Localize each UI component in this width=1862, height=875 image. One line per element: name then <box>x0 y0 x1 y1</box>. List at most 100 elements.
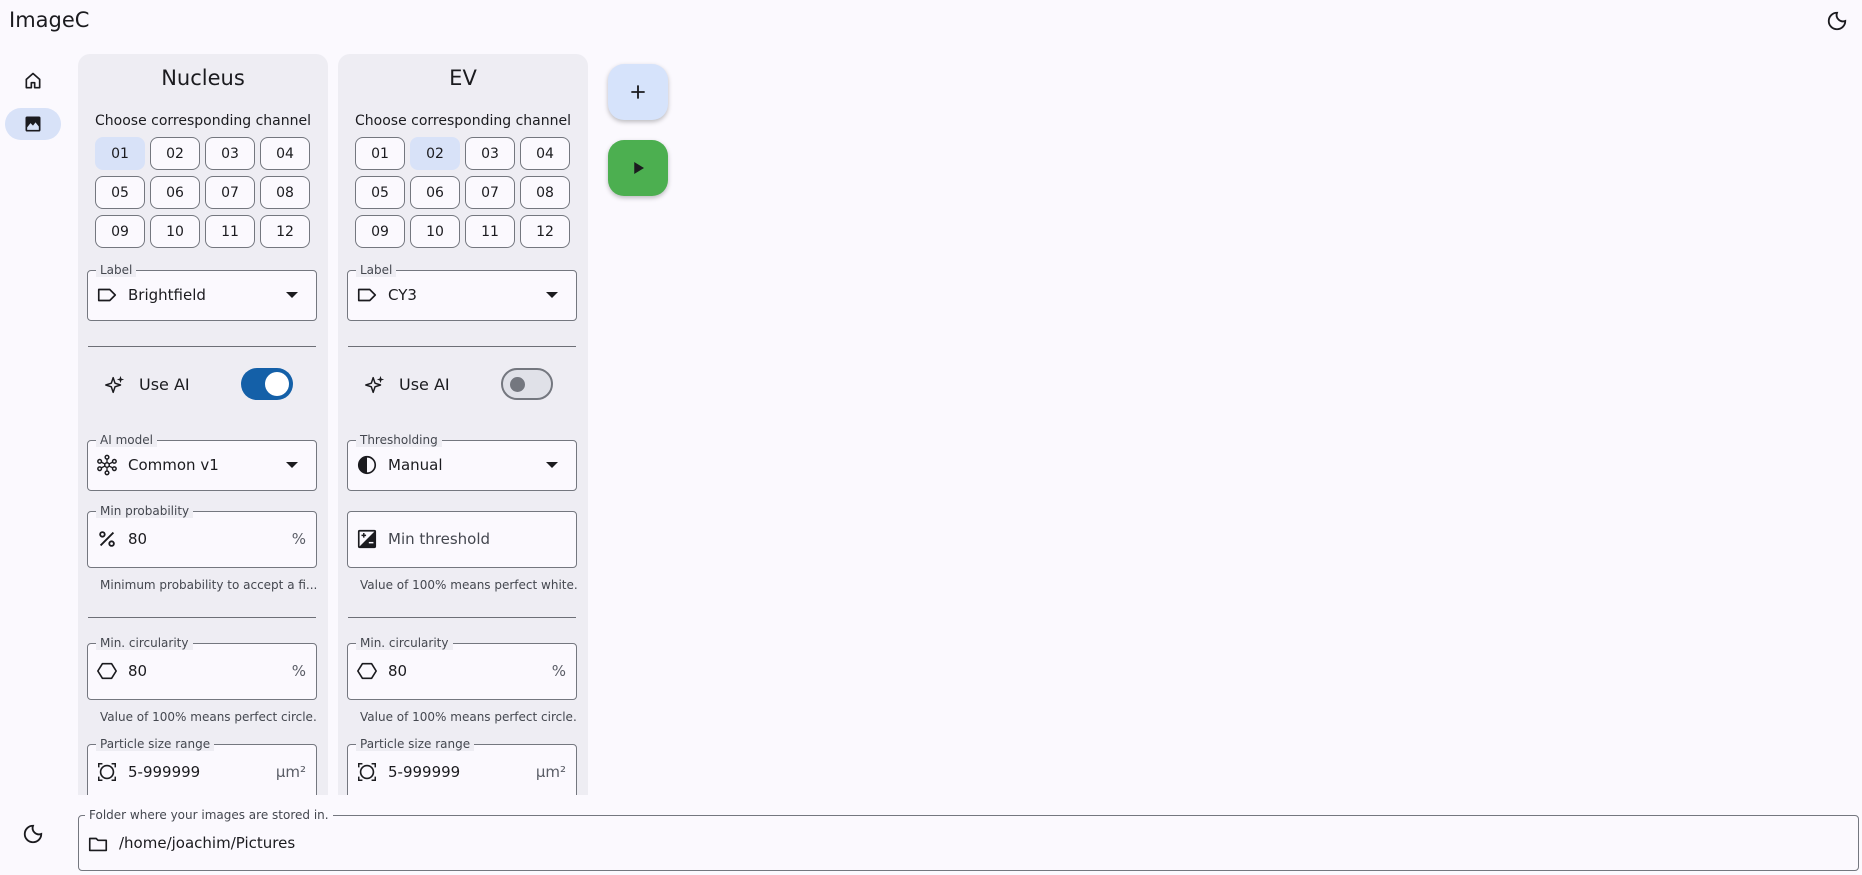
particle-size-input[interactable]: Particle size range 5-999999 µm² <box>87 737 317 795</box>
label-select[interactable]: Label CY3 <box>347 263 577 321</box>
channel-button[interactable]: 06 <box>410 176 460 209</box>
channel-prompt: Choose corresponding channel <box>355 113 571 129</box>
use-ai-row: Use AI <box>364 366 554 402</box>
use-ai-toggle[interactable] <box>501 368 553 400</box>
min-probability-hint: Minimum probability to accept a fi... <box>100 578 318 592</box>
thresholding-select[interactable]: Thresholding Manual <box>347 433 577 491</box>
min-probability-input[interactable]: Min probability 80 % <box>87 504 317 568</box>
field-label: Folder where your images are stored in. <box>85 808 333 822</box>
folder-path-value: /home/joachim/Pictures <box>119 834 296 852</box>
field-label: Thresholding <box>356 433 442 447</box>
hexagon-icon <box>357 662 377 680</box>
chevron-down-icon <box>546 462 558 468</box>
min-probability-value: 80 <box>128 530 148 548</box>
image-folder-input[interactable]: Folder where your images are stored in. … <box>78 808 1859 871</box>
use-ai-label: Use AI <box>399 375 450 394</box>
min-circularity-input[interactable]: Min. circularity 80 % <box>87 636 317 700</box>
plus-icon <box>631 85 645 99</box>
channel-button[interactable]: 01 <box>355 137 405 170</box>
play-icon <box>634 162 644 174</box>
label-value: Brightfield <box>128 286 206 304</box>
channel-button[interactable]: 07 <box>205 176 255 209</box>
channel-button[interactable]: 12 <box>260 215 310 248</box>
channel-button[interactable]: 10 <box>150 215 200 248</box>
min-threshold-hint: Value of 100% means perfect white. <box>360 578 578 592</box>
divider <box>88 617 316 618</box>
panel-title: EV <box>449 66 477 90</box>
toggle-knob <box>510 377 525 392</box>
area-unit-suffix: µm² <box>275 763 306 781</box>
particle-size-input[interactable]: Particle size range 5-999999 µm² <box>347 737 577 795</box>
channel-button[interactable]: 04 <box>520 137 570 170</box>
channel-button[interactable]: 10 <box>410 215 460 248</box>
channel-button[interactable]: 05 <box>355 176 405 209</box>
channel-prompt: Choose corresponding channel <box>95 113 311 129</box>
home-icon <box>25 72 41 89</box>
percent-suffix: % <box>291 662 306 680</box>
percent-icon <box>99 531 115 547</box>
channel-grid: 01 02 03 04 05 06 07 08 09 10 11 12 <box>355 137 570 248</box>
channel-button[interactable]: 11 <box>465 215 515 248</box>
channel-button[interactable]: 05 <box>95 176 145 209</box>
channel-button[interactable]: 03 <box>465 137 515 170</box>
field-label: Min. circularity <box>96 636 193 650</box>
channel-button[interactable]: 07 <box>465 176 515 209</box>
chevron-down-icon <box>546 292 558 298</box>
field-label: Particle size range <box>96 737 215 751</box>
channel-button[interactable]: 02 <box>150 137 200 170</box>
percent-suffix: % <box>551 662 566 680</box>
use-ai-toggle[interactable] <box>241 368 293 400</box>
run-analysis-button[interactable] <box>608 140 668 196</box>
image-icon <box>25 116 41 132</box>
channel-button[interactable]: 01 <box>95 137 145 170</box>
channel-button[interactable]: 09 <box>95 215 145 248</box>
channel-button[interactable]: 08 <box>520 176 570 209</box>
channel-button[interactable]: 04 <box>260 137 310 170</box>
size-circle-icon <box>358 763 376 781</box>
channel-button[interactable]: 11 <box>205 215 255 248</box>
exposure-icon <box>357 529 377 549</box>
label-tag-icon <box>357 288 377 302</box>
add-channel-button[interactable] <box>608 64 668 120</box>
channel-panel-ev: EV Choose corresponding channel 01 02 03… <box>338 54 588 795</box>
moon-icon[interactable] <box>22 823 44 845</box>
min-circularity-value: 80 <box>388 662 408 680</box>
hexagon-icon <box>97 662 117 680</box>
label-select[interactable]: Label Brightfield <box>87 263 317 321</box>
chevron-down-icon <box>286 292 298 298</box>
field-label: AI model <box>96 433 157 447</box>
sparkle-icon <box>105 375 125 394</box>
channel-grid: 01 02 03 04 05 06 07 08 09 10 11 12 <box>95 137 310 248</box>
particle-size-value: 5-999999 <box>128 763 201 781</box>
sparkle-icon <box>365 375 385 394</box>
rail-item-images[interactable] <box>5 108 61 140</box>
min-circularity-input[interactable]: Min. circularity 80 % <box>347 636 577 700</box>
channel-button[interactable]: 12 <box>520 215 570 248</box>
field-label: Min. circularity <box>356 636 453 650</box>
min-circularity-value: 80 <box>128 662 148 680</box>
moon-icon[interactable] <box>1826 10 1848 32</box>
min-threshold-input[interactable]: Min threshold <box>347 511 577 568</box>
channel-button[interactable]: 08 <box>260 176 310 209</box>
label-value: CY3 <box>388 286 417 304</box>
thresholding-value: Manual <box>388 456 443 474</box>
channel-button[interactable]: 06 <box>150 176 200 209</box>
channel-panel-nucleus: Nucleus Choose corresponding channel 01 … <box>78 54 328 795</box>
field-label: Label <box>356 263 397 277</box>
percent-suffix: % <box>291 530 306 548</box>
divider <box>348 346 576 347</box>
channel-button[interactable]: 02 <box>410 137 460 170</box>
min-circularity-hint: Value of 100% means perfect circle. <box>100 710 317 724</box>
area-unit-suffix: µm² <box>535 763 566 781</box>
rail-item-home[interactable] <box>5 65 61 97</box>
folder-icon <box>88 837 108 852</box>
panel-title: Nucleus <box>161 66 245 90</box>
channel-button[interactable]: 09 <box>355 215 405 248</box>
channel-button[interactable]: 03 <box>205 137 255 170</box>
field-label: Label <box>96 263 137 277</box>
divider <box>348 617 576 618</box>
label-tag-icon <box>97 288 117 302</box>
ai-model-select[interactable]: AI model Common v1 <box>87 433 317 491</box>
min-circularity-hint: Value of 100% means perfect circle. <box>360 710 577 724</box>
field-label: Particle size range <box>356 737 475 751</box>
